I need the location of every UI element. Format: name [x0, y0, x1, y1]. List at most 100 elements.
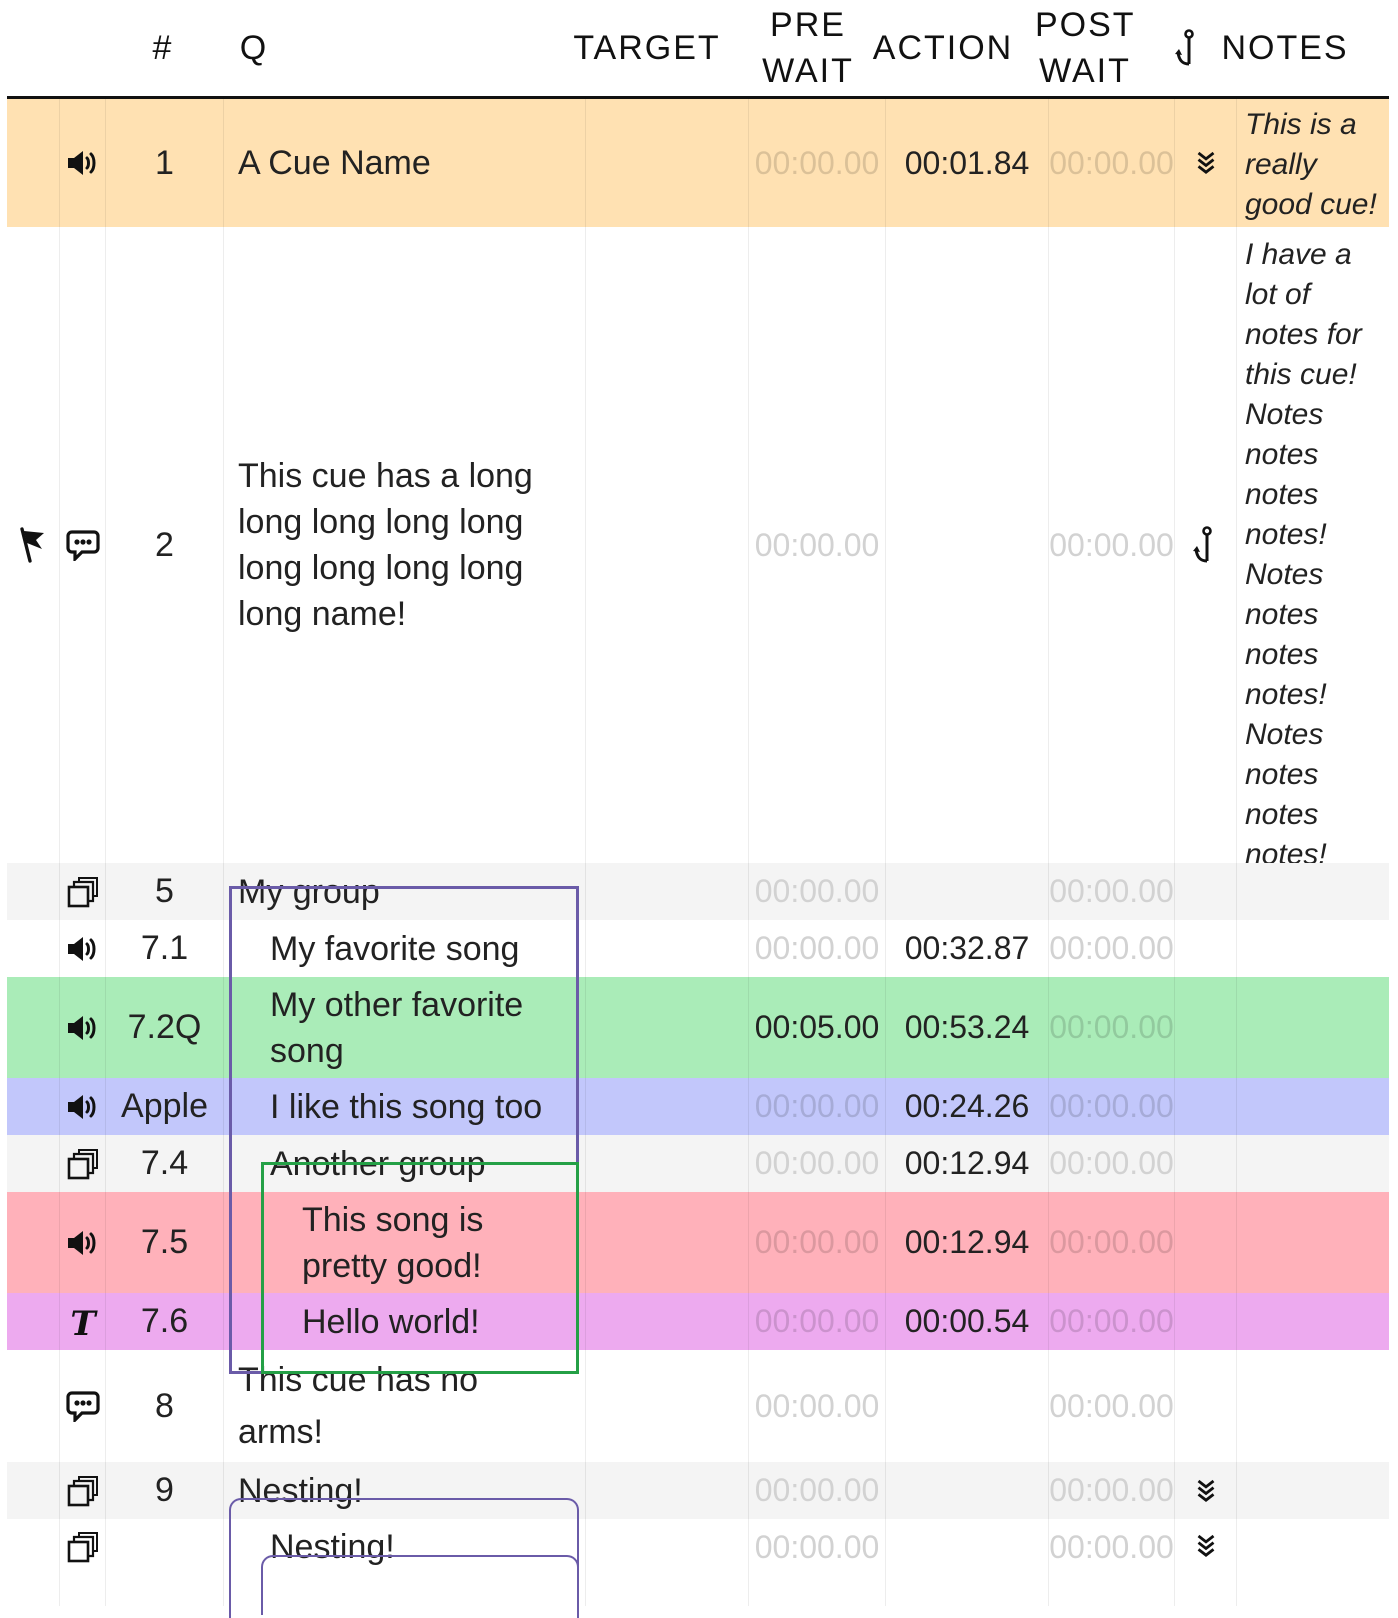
- cue-action[interactable]: 00:53.24: [886, 977, 1049, 1078]
- cue-name[interactable]: Another group: [224, 1135, 585, 1192]
- cue-row-8[interactable]: 8 This cue has no arms! 00:00.00 00:00.0…: [7, 1350, 1389, 1462]
- cue-target[interactable]: [585, 977, 749, 1078]
- cue-target[interactable]: [585, 227, 749, 863]
- column-header-notes[interactable]: NOTES: [1221, 0, 1346, 96]
- cue-notes[interactable]: [1237, 1519, 1389, 1606]
- cue-action[interactable]: 00:32.87: [886, 920, 1049, 977]
- cue-pre-wait[interactable]: 00:00.00: [749, 920, 886, 977]
- cue-pre-wait[interactable]: 00:00.00: [749, 1462, 886, 1519]
- cue-target[interactable]: [585, 1192, 749, 1293]
- cue-name[interactable]: This song is pretty good!: [224, 1192, 585, 1293]
- cue-action[interactable]: [886, 1350, 1049, 1462]
- cue-continue[interactable]: [1175, 1462, 1237, 1519]
- cue-pre-wait[interactable]: 00:00.00: [749, 227, 886, 863]
- cue-number[interactable]: 7.4: [106, 1135, 224, 1192]
- flag-cell[interactable]: [7, 1135, 59, 1192]
- column-header-target[interactable]: TARGET: [573, 0, 718, 96]
- cue-pre-wait[interactable]: 00:00.00: [749, 1350, 886, 1462]
- cue-notes[interactable]: [1237, 1135, 1389, 1192]
- cue-notes[interactable]: [1237, 920, 1389, 977]
- cue-action[interactable]: 00:12.94: [886, 1135, 1049, 1192]
- cue-action[interactable]: [886, 1519, 1049, 1606]
- cue-pre-wait[interactable]: 00:00.00: [749, 1135, 886, 1192]
- cue-action[interactable]: 00:12.94: [886, 1192, 1049, 1293]
- cue-row-7-5[interactable]: 7.5 This song is pretty good! 00:00.00 0…: [7, 1192, 1389, 1293]
- flag-cell[interactable]: [7, 99, 59, 227]
- cue-row-1[interactable]: 1 A Cue Name 00:00.00 00:01.84 00:00.00 …: [7, 99, 1389, 227]
- cue-post-wait[interactable]: 00:00.00: [1049, 1078, 1175, 1135]
- cue-post-wait[interactable]: 00:00.00: [1049, 1519, 1175, 1606]
- cue-post-wait[interactable]: 00:00.00: [1049, 1293, 1175, 1350]
- cue-row-7-2q[interactable]: 7.2Q My other favorite song 00:05.00 00:…: [7, 977, 1389, 1078]
- cue-action[interactable]: 00:00.54: [886, 1293, 1049, 1350]
- cue-name[interactable]: Hello world!: [224, 1293, 585, 1350]
- cue-post-wait[interactable]: 00:00.00: [1049, 920, 1175, 977]
- cue-pre-wait[interactable]: 00:00.00: [749, 1192, 886, 1293]
- cue-continue[interactable]: [1175, 1519, 1237, 1606]
- flag-cell[interactable]: [7, 1350, 59, 1462]
- cue-continue[interactable]: [1175, 1135, 1237, 1192]
- cue-notes[interactable]: [1237, 1078, 1389, 1135]
- cue-notes[interactable]: [1237, 1293, 1389, 1350]
- cue-action[interactable]: 00:24.26: [886, 1078, 1049, 1135]
- cue-pre-wait[interactable]: 00:00.00: [749, 1078, 886, 1135]
- cue-pre-wait[interactable]: 00:05.00: [749, 977, 886, 1078]
- cue-continue[interactable]: [1175, 920, 1237, 977]
- cue-number[interactable]: [106, 1519, 224, 1606]
- cue-target[interactable]: [585, 99, 749, 227]
- cue-target[interactable]: [585, 863, 749, 920]
- column-header-post-wait[interactable]: POST WAIT: [1030, 0, 1140, 96]
- cue-name[interactable]: Nesting!: [224, 1519, 585, 1606]
- cue-post-wait[interactable]: 00:00.00: [1049, 1350, 1175, 1462]
- cue-pre-wait[interactable]: 00:00.00: [749, 1519, 886, 1606]
- cue-name[interactable]: This cue has no arms!: [224, 1350, 585, 1462]
- cue-post-wait[interactable]: 00:00.00: [1049, 1135, 1175, 1192]
- cue-name[interactable]: I like this song too: [224, 1078, 585, 1135]
- cue-continue[interactable]: [1175, 1078, 1237, 1135]
- cue-name[interactable]: Nesting!: [224, 1462, 585, 1519]
- cue-action[interactable]: [886, 863, 1049, 920]
- cue-number[interactable]: 7.1: [106, 920, 224, 977]
- cue-row-apple[interactable]: Apple I like this song too 00:00.00 00:2…: [7, 1078, 1389, 1135]
- cue-number[interactable]: 7.5: [106, 1192, 224, 1293]
- cue-target[interactable]: [585, 1350, 749, 1462]
- cue-continue[interactable]: [1175, 99, 1237, 227]
- column-header-q[interactable]: Q: [234, 0, 274, 96]
- cue-notes[interactable]: I have a lot of notes for this cue! Note…: [1237, 227, 1389, 871]
- cue-target[interactable]: [585, 1462, 749, 1519]
- column-header-continue[interactable]: [1168, 0, 1208, 96]
- cue-continue[interactable]: [1175, 1192, 1237, 1293]
- cue-target[interactable]: [585, 1519, 749, 1606]
- cue-number[interactable]: 2: [106, 227, 224, 863]
- cue-post-wait[interactable]: 00:00.00: [1049, 863, 1175, 920]
- cue-number[interactable]: 8: [106, 1350, 224, 1462]
- cue-target[interactable]: [585, 1078, 749, 1135]
- flag-cell[interactable]: [7, 977, 59, 1078]
- cue-notes[interactable]: [1237, 977, 1389, 1078]
- cue-name[interactable]: This cue has a long long long long long …: [224, 227, 585, 863]
- cue-name[interactable]: A Cue Name: [224, 99, 585, 227]
- cue-continue[interactable]: [1175, 1350, 1237, 1462]
- cue-row-7-4[interactable]: 7.4 Another group 00:00.00 00:12.94 00:0…: [7, 1135, 1389, 1192]
- cue-number[interactable]: 9: [106, 1462, 224, 1519]
- cue-target[interactable]: [585, 1135, 749, 1192]
- cue-number[interactable]: Apple: [106, 1078, 224, 1135]
- cue-target[interactable]: [585, 920, 749, 977]
- cue-pre-wait[interactable]: 00:00.00: [749, 863, 886, 920]
- cue-post-wait[interactable]: 00:00.00: [1049, 99, 1175, 227]
- flag-cell[interactable]: [7, 1078, 59, 1135]
- cue-action[interactable]: [886, 227, 1049, 863]
- cue-number[interactable]: 5: [106, 863, 224, 920]
- cue-number[interactable]: 7.6: [106, 1293, 224, 1350]
- flag-cell[interactable]: [7, 1462, 59, 1519]
- cue-number[interactable]: 7.2Q: [106, 977, 224, 1078]
- cue-notes[interactable]: [1237, 1192, 1389, 1293]
- cue-post-wait[interactable]: 00:00.00: [1049, 227, 1175, 863]
- cue-row-2[interactable]: 2 This cue has a long long long long lon…: [7, 227, 1389, 871]
- cue-post-wait[interactable]: 00:00.00: [1049, 977, 1175, 1078]
- cue-action[interactable]: 00:01.84: [886, 99, 1049, 227]
- cue-continue[interactable]: [1175, 977, 1237, 1078]
- column-header-number[interactable]: #: [130, 0, 196, 96]
- cue-pre-wait[interactable]: 00:00.00: [749, 99, 886, 227]
- cue-notes[interactable]: [1237, 863, 1389, 920]
